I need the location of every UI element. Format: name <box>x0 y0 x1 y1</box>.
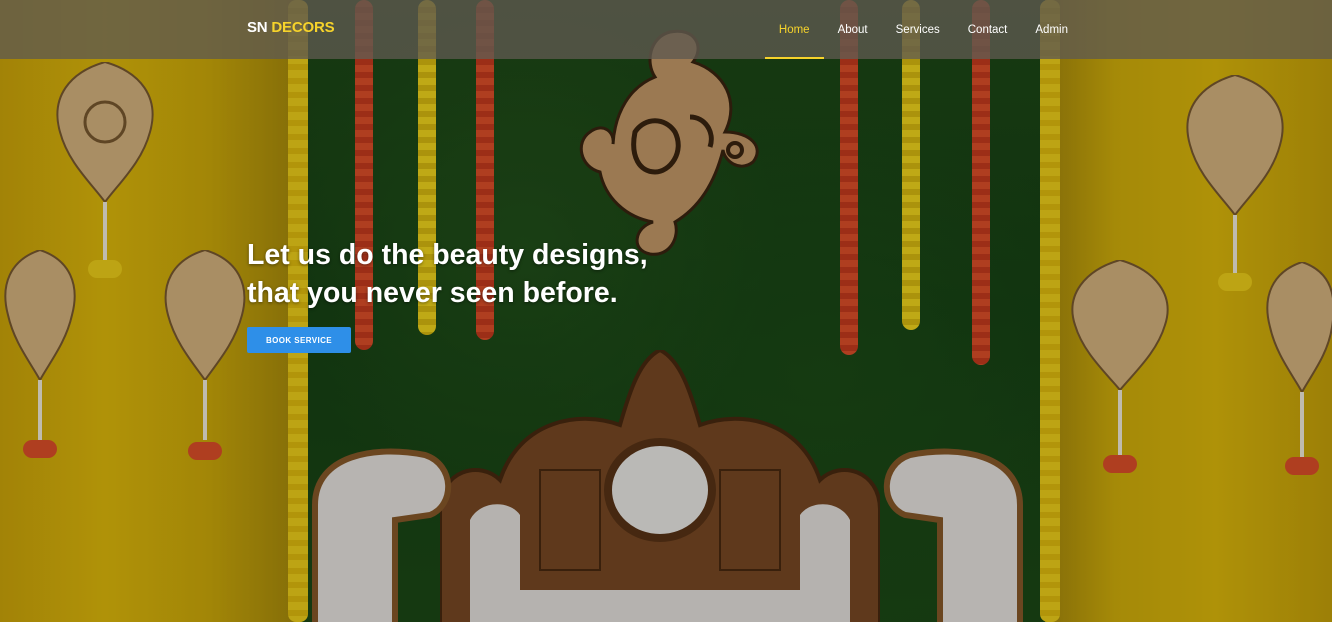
brand-name-primary: SN <box>247 19 268 36</box>
brand-logo[interactable]: SN DECORS <box>247 19 335 36</box>
nav-admin[interactable]: Admin <box>1021 0 1082 59</box>
nav-contact[interactable]: Contact <box>954 0 1022 59</box>
brand-name-accent: DECORS <box>271 19 335 36</box>
nav-services[interactable]: Services <box>882 0 954 59</box>
main-nav: Home About Services Contact Admin <box>764 0 1082 59</box>
book-service-button[interactable]: BOOK SERVICE <box>247 327 351 353</box>
nav-about[interactable]: About <box>824 0 882 59</box>
hero-headline-line1: Let us do the beauty designs, <box>247 239 648 271</box>
hero-headline-line2: that you never seen before. <box>247 277 618 309</box>
hero-headline: Let us do the beauty designs, that you n… <box>247 236 767 312</box>
top-navbar: SN DECORS Home About Services Contact Ad… <box>0 0 1332 59</box>
nav-home[interactable]: Home <box>764 0 824 59</box>
